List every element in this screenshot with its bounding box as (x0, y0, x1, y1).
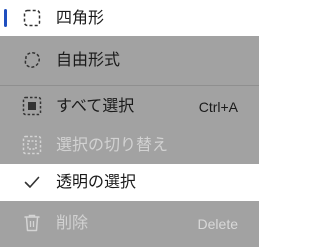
menu-item-label: 四角形 (56, 8, 105, 27)
menu-item-label: 透明の選択 (56, 172, 137, 191)
shortcut-label: Delete (197, 216, 238, 232)
checkmark-icon (22, 172, 42, 192)
menu-item-rectangle[interactable]: 四角形 (0, 0, 259, 36)
shortcut-label: Ctrl+A (198, 99, 238, 115)
menu-item-label: 削除 (56, 213, 89, 232)
freeform-select-icon (22, 50, 42, 70)
selected-indicator (4, 9, 7, 27)
menu-separator (0, 85, 259, 86)
menu-item-select-all[interactable]: すべて選択 Ctrl+A (0, 87, 259, 125)
menu-item-label: 選択の切り替え (56, 135, 169, 154)
invert-selection-icon (22, 135, 42, 155)
menu-item-delete: 削除 Delete (0, 203, 259, 243)
select-all-icon (22, 96, 42, 116)
rectangle-select-icon (22, 8, 42, 28)
selection-context-menu: 四角形 自由形式 すべて選択 Ctrl+A 選択の切り替え 透明の選択 削除 D… (0, 0, 259, 247)
menu-item-freeform[interactable]: 自由形式 (0, 41, 259, 79)
menu-item-invert-selection: 選択の切り替え (0, 126, 259, 164)
menu-item-label: 自由形式 (56, 50, 121, 69)
trash-icon (22, 213, 42, 233)
menu-item-label: すべて選択 (56, 96, 135, 115)
menu-item-transparent-selection[interactable]: 透明の選択 (0, 164, 259, 201)
